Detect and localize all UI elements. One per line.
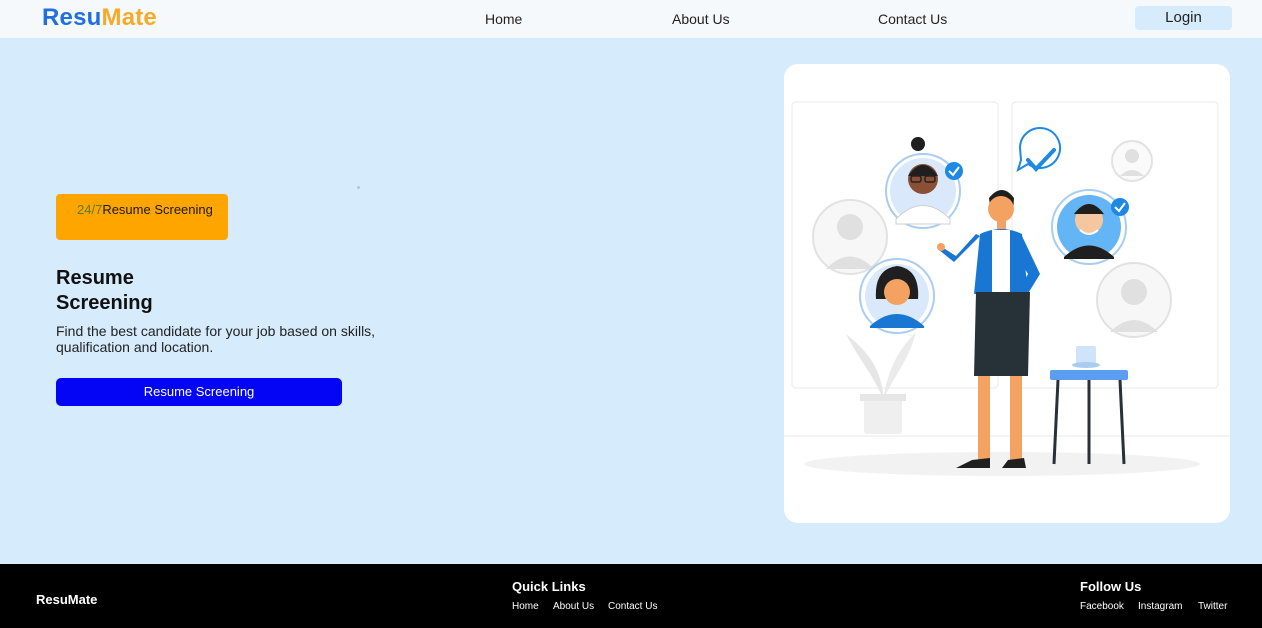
decorative-dot [357, 186, 360, 189]
nav-about-us[interactable]: About Us [672, 11, 730, 27]
hero-description: Find the best candidate for your job bas… [56, 323, 376, 355]
footer-link-contact-us[interactable]: Contact Us [608, 601, 657, 612]
logo-mate: Mate [101, 4, 157, 31]
hero-title: Resume Screening [56, 267, 153, 314]
hero-illustration-card [784, 64, 1230, 523]
hero-badge: 24/7Resume Screening [56, 194, 228, 240]
login-button[interactable]: Login [1135, 6, 1232, 30]
brand-logo[interactable]: ResuMate [42, 4, 157, 32]
badge-text: Resume Screening [102, 202, 213, 217]
resume-screening-button[interactable]: Resume Screening [56, 378, 342, 406]
logo-resu: Resu [42, 4, 102, 31]
footer-link-instagram[interactable]: Instagram [1138, 601, 1182, 612]
badge-highlight: 24/7 [77, 202, 103, 217]
footer-link-facebook[interactable]: Facebook [1080, 601, 1124, 612]
follow-us-heading: Follow Us [1080, 579, 1142, 594]
footer-link-about-us[interactable]: About Us [553, 601, 594, 612]
footer-link-home[interactable]: Home [512, 601, 539, 612]
top-navbar: ResuMate Home About Us Contact Us Login [0, 0, 1262, 38]
nav-contact-us[interactable]: Contact Us [878, 11, 947, 27]
footer-brand: ResuMate [36, 592, 98, 607]
quick-links-heading: Quick Links [512, 579, 586, 594]
recruiter-illustration-icon [784, 101, 1230, 476]
nav-home[interactable]: Home [485, 11, 522, 27]
footer-link-twitter[interactable]: Twitter [1198, 601, 1227, 612]
site-footer: ResuMate Quick Links Home About Us Conta… [0, 564, 1262, 628]
